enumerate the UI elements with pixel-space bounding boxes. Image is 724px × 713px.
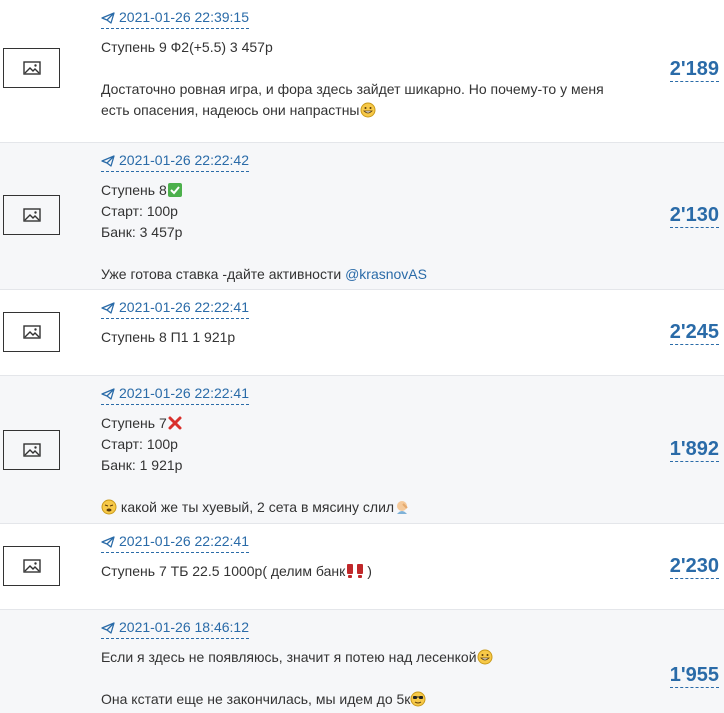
post-title: Ступень 9 Ф2(+5.5) 3 457р bbox=[101, 39, 273, 55]
post-item: 2021-01-26 18:46:12 Если я здесь не появ… bbox=[0, 610, 724, 713]
post-date: 2021-01-26 22:22:41 bbox=[119, 299, 249, 315]
post-views[interactable]: 2'130 bbox=[629, 204, 719, 228]
post-text-line-1: Если я здесь не появляюсь, значит я поте… bbox=[101, 647, 614, 668]
post-text: Уже готова ставка -дайте активности @kra… bbox=[101, 266, 427, 282]
post-text: какой же ты хуевый, 2 сета в мясину слил bbox=[101, 497, 614, 518]
image-icon bbox=[22, 325, 41, 339]
post-views[interactable]: 2'230 bbox=[629, 555, 719, 579]
image-icon bbox=[22, 443, 41, 457]
post-thumbnail[interactable] bbox=[3, 195, 60, 235]
post-thumbnail[interactable] bbox=[3, 312, 60, 352]
post-views[interactable]: 1'892 bbox=[629, 438, 719, 462]
post-text-line-2: Она кстати еще не закончилась, мы идем д… bbox=[101, 689, 614, 710]
post-date: 2021-01-26 22:22:41 bbox=[119, 533, 249, 549]
post-body: 2021-01-26 22:22:41 Ступень 8 П1 1 921р bbox=[101, 298, 614, 348]
person-facepalm-emoji-icon bbox=[397, 501, 408, 514]
post-views[interactable]: 2'189 bbox=[629, 58, 719, 82]
grinning-face-emoji-icon bbox=[360, 102, 375, 118]
post-title: Ступень 8 П1 1 921р bbox=[101, 329, 236, 345]
post-item: 2021-01-26 22:22:42 Ступень 8 Старт: 100… bbox=[0, 143, 724, 290]
post-views[interactable]: 1'955 bbox=[629, 664, 719, 688]
posts-feed: 2021-01-26 22:39:15 Ступень 9 Ф2(+5.5) 3… bbox=[0, 0, 724, 713]
post-body: 2021-01-26 22:39:15 Ступень 9 Ф2(+5.5) 3… bbox=[101, 8, 614, 121]
post-body: 2021-01-26 18:46:12 Если я здесь не появ… bbox=[101, 618, 614, 710]
telegram-icon bbox=[101, 11, 115, 24]
cross-mark-emoji-icon bbox=[168, 416, 182, 430]
post-date: 2021-01-26 22:39:15 bbox=[119, 9, 249, 25]
post-thumbnail[interactable] bbox=[3, 48, 60, 88]
post-body: 2021-01-26 22:22:41 Ступень 7 ТБ 22.5 10… bbox=[101, 532, 614, 582]
sunglasses-face-emoji-icon bbox=[410, 691, 426, 707]
post-thumbnail[interactable] bbox=[3, 430, 60, 470]
post-item: 2021-01-26 22:39:15 Ступень 9 Ф2(+5.5) 3… bbox=[0, 0, 724, 143]
post-thumbnail[interactable] bbox=[3, 546, 60, 586]
double-exclamation-emoji-icon bbox=[347, 564, 364, 578]
image-icon bbox=[22, 208, 41, 222]
post-item: 2021-01-26 22:22:41 Ступень 7 ТБ 22.5 10… bbox=[0, 524, 724, 610]
post-title: Ступень 8 bbox=[101, 180, 614, 201]
image-icon bbox=[22, 61, 41, 75]
post-title: Ступень 7 bbox=[101, 413, 614, 434]
telegram-icon bbox=[101, 621, 115, 634]
telegram-icon bbox=[101, 301, 115, 314]
post-start: Старт: 100р bbox=[101, 203, 178, 219]
mention-link[interactable]: @krasnovAS bbox=[345, 266, 427, 282]
tired-face-emoji-icon bbox=[101, 499, 117, 515]
post-date: 2021-01-26 18:46:12 bbox=[119, 619, 249, 635]
telegram-icon bbox=[101, 535, 115, 548]
post-body: 2021-01-26 22:22:41 Ступень 7 Старт: 100… bbox=[101, 384, 614, 518]
post-bank: Банк: 1 921р bbox=[101, 457, 183, 473]
post-bank: Банк: 3 457р bbox=[101, 224, 183, 240]
telegram-icon bbox=[101, 154, 115, 167]
post-date-link[interactable]: 2021-01-26 22:22:41 bbox=[101, 298, 249, 319]
check-mark-emoji-icon bbox=[167, 183, 182, 197]
post-date: 2021-01-26 22:22:41 bbox=[119, 385, 249, 401]
post-text: Достаточно ровная игра, и фора здесь зай… bbox=[101, 81, 604, 118]
post-start: Старт: 100р bbox=[101, 436, 178, 452]
post-views[interactable]: 2'245 bbox=[629, 321, 719, 345]
telegram-icon bbox=[101, 387, 115, 400]
post-item: 2021-01-26 22:22:41 Ступень 7 Старт: 100… bbox=[0, 376, 724, 524]
post-item: 2021-01-26 22:22:41 Ступень 8 П1 1 921р … bbox=[0, 290, 724, 376]
post-date-link[interactable]: 2021-01-26 22:22:42 bbox=[101, 151, 249, 172]
post-date: 2021-01-26 22:22:42 bbox=[119, 152, 249, 168]
post-title: Ступень 7 ТБ 22.5 1000р( делим банк) bbox=[101, 563, 372, 579]
post-date-link[interactable]: 2021-01-26 22:22:41 bbox=[101, 384, 249, 405]
grinning-face-emoji-icon bbox=[477, 649, 493, 665]
post-date-link[interactable]: 2021-01-26 22:22:41 bbox=[101, 532, 249, 553]
post-body: 2021-01-26 22:22:42 Ступень 8 Старт: 100… bbox=[101, 151, 614, 285]
post-date-link[interactable]: 2021-01-26 18:46:12 bbox=[101, 618, 249, 639]
image-icon bbox=[22, 559, 41, 573]
post-date-link[interactable]: 2021-01-26 22:39:15 bbox=[101, 8, 249, 29]
